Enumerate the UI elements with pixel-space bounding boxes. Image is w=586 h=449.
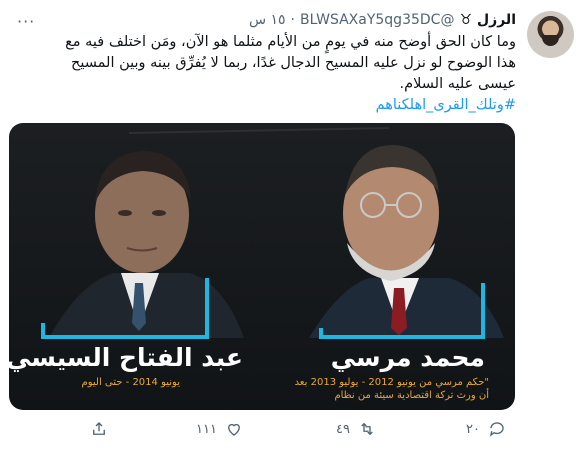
tweet-image[interactable]: عبد الفتاح السيسي يونيو 2014 - حتى اليوم… bbox=[9, 123, 515, 410]
handle[interactable]: @BLWSAXaY5qg35DC bbox=[300, 12, 454, 28]
hashtag-link[interactable]: #وتلك_القرى_اهلكناهم bbox=[46, 95, 516, 116]
reply-count: ٢٠ bbox=[466, 421, 480, 437]
tweet-header: الرزل ♉ @BLWSAXaY5qg35DC · ١٥ س bbox=[249, 10, 516, 30]
share-button[interactable] bbox=[90, 420, 108, 438]
separator: · bbox=[290, 12, 295, 28]
left-person-period: يونيو 2014 - حتى اليوم bbox=[81, 377, 180, 388]
heart-icon bbox=[228, 423, 240, 436]
like-button[interactable]: ١١١ bbox=[196, 420, 243, 438]
more-options-icon[interactable]: ··· bbox=[17, 12, 35, 31]
tweet-card[interactable]: الرزل ♉ @BLWSAXaY5qg35DC · ١٥ س ··· وما … bbox=[0, 0, 586, 449]
avatar-beard bbox=[542, 35, 559, 46]
share-icon bbox=[93, 422, 105, 435]
avatar[interactable] bbox=[527, 11, 574, 58]
right-person-name: محمد مرسي bbox=[330, 343, 485, 372]
fold-line bbox=[128, 127, 390, 134]
tweet-text: وما كان الحق أوضح منه في يومٍ من الأيام … bbox=[46, 32, 516, 116]
display-name[interactable]: الرزل bbox=[477, 12, 516, 28]
right-person-note-2: أن ورث تركة اقتصادية سيئة من نظام bbox=[334, 390, 489, 401]
retweet-icon bbox=[361, 422, 373, 436]
right-person-figure bbox=[309, 145, 504, 338]
left-person-figure bbox=[49, 151, 244, 338]
retweet-count: ٤٩ bbox=[336, 421, 350, 437]
left-person-name: عبد الفتاح السيسي bbox=[9, 343, 243, 372]
emoji-icon: ♉ bbox=[459, 12, 473, 28]
action-bar: ٢٠ ٤٩ ١١١ bbox=[0, 420, 586, 442]
retweet-button[interactable]: ٤٩ bbox=[336, 420, 376, 438]
reply-icon bbox=[489, 422, 504, 437]
reply-button[interactable]: ٢٠ bbox=[466, 420, 506, 438]
right-person-note-1: "حكم مرسي من يونيو 2012 - يوليو 2013 بعد bbox=[294, 377, 489, 388]
timestamp[interactable]: ١٥ س bbox=[249, 12, 286, 28]
like-count: ١١١ bbox=[196, 421, 217, 437]
tweet-body: وما كان الحق أوضح منه في يومٍ من الأيام … bbox=[65, 34, 516, 92]
